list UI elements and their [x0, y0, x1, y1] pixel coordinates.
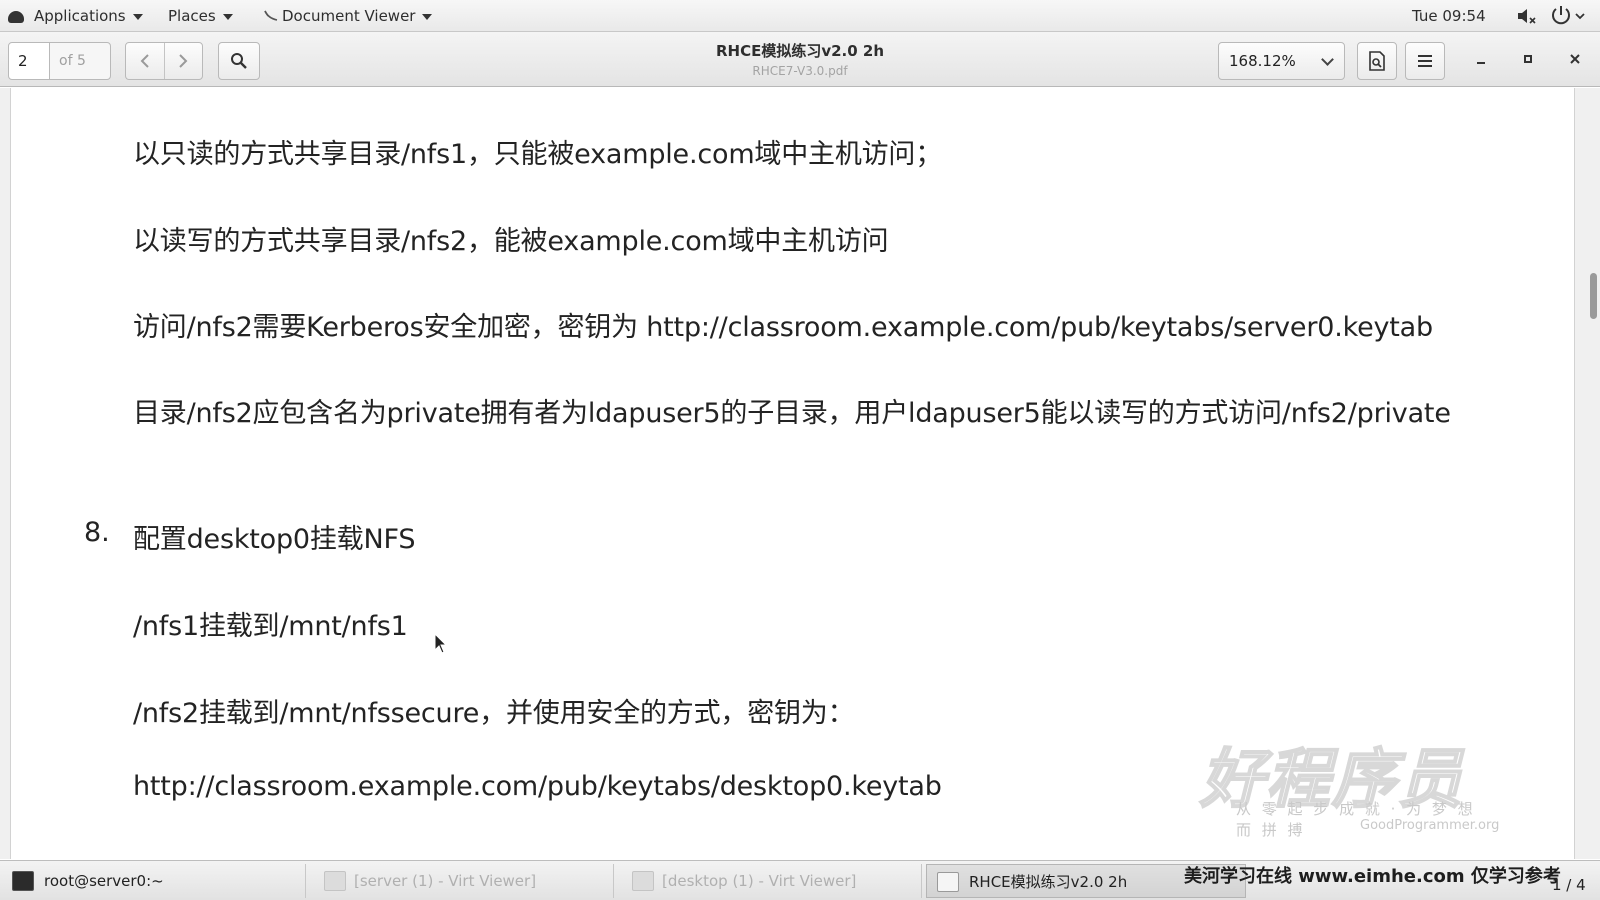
hamburger-menu-icon	[1418, 55, 1432, 67]
document-line: /nfs2挂载到/mnt/nfssecure，并使用安全的方式，密钥为：	[133, 698, 855, 729]
vertical-scrollbar[interactable]	[1590, 273, 1597, 319]
document-line: 目录/nfs2应包含名为private拥有者为ldapuser5的子目录，用户l…	[133, 398, 1451, 429]
zoom-select[interactable]: 168.12%	[1218, 42, 1345, 80]
document-viewer-icon	[264, 10, 278, 21]
virt-viewer-icon	[632, 871, 654, 891]
mouse-pointer-icon	[434, 633, 448, 654]
search-button[interactable]	[218, 42, 260, 80]
gnome-top-bar: Applications Places Document Viewer Tue …	[0, 0, 1600, 32]
search-icon	[231, 53, 247, 69]
overlay-caption: 美河学习在线 www.eimhe.com 仅学习参考	[1184, 866, 1561, 887]
maximize-icon	[1524, 55, 1532, 63]
taskbar-item-label: RHCE模拟练习v2.0 2h	[969, 873, 1128, 891]
taskbar-item-desktop-viewer[interactable]: [desktop (1) - Virt Viewer]	[618, 864, 922, 898]
page-navigation	[125, 42, 203, 80]
minimize-icon	[1477, 62, 1485, 64]
virt-viewer-icon	[324, 871, 346, 891]
taskbar-item-server-viewer[interactable]: [server (1) - Virt Viewer]	[310, 864, 614, 898]
volume-muted-icon[interactable]	[1516, 0, 1536, 32]
terminal-icon	[12, 871, 34, 891]
workspace-pager[interactable]: 1 / 4	[1552, 876, 1586, 894]
previous-page-button[interactable]	[126, 43, 164, 79]
document-line: /nfs1挂载到/mnt/nfs1	[133, 611, 408, 642]
taskbar-item-label: root@server0:~	[44, 872, 164, 890]
gnome-foot-icon	[8, 10, 24, 23]
document-title: RHCE模拟练习v2.0 2h	[715, 42, 885, 60]
zoom-value: 168.12%	[1229, 52, 1296, 70]
chevron-left-icon	[140, 54, 149, 68]
sidebar-toggle-button[interactable]	[1357, 42, 1397, 80]
document-line: 以读写的方式共享目录/nfs2，能被example.com域中主机访问	[133, 226, 889, 257]
taskbar-item-terminal[interactable]: root@server0:~	[2, 864, 306, 898]
watermark-url: GoodProgrammer.org	[1360, 818, 1500, 833]
caret-down-icon	[132, 13, 143, 20]
taskbar-item-label: [server (1) - Virt Viewer]	[354, 872, 537, 890]
main-menu-button[interactable]	[1405, 42, 1445, 80]
section-number: 8.	[84, 517, 110, 548]
watermark: 好程序员 从 零 起 步 成 就 · 为 梦 想 而 拼 搏 GoodProgr…	[1199, 728, 1500, 839]
close-icon	[1570, 54, 1580, 64]
page-number-input[interactable]: 2	[8, 42, 50, 80]
document-search-icon	[1369, 51, 1385, 71]
power-icon	[1552, 6, 1585, 25]
document-viewer-icon	[937, 872, 959, 892]
app-menu[interactable]: Document Viewer	[262, 0, 433, 32]
taskbar-item-label: [desktop (1) - Virt Viewer]	[662, 872, 857, 890]
document-line: 访问/nfs2需要Kerberos安全加密，密钥为 http://classro…	[133, 312, 1433, 343]
caret-down-icon	[222, 13, 233, 20]
document-line: http://classroom.example.com/pub/keytabs…	[133, 771, 942, 802]
chevron-right-icon	[179, 54, 188, 68]
section-heading: 配置desktop0挂载NFS	[133, 524, 416, 555]
close-button[interactable]	[1560, 44, 1590, 74]
caret-down-icon	[422, 13, 433, 20]
document-view[interactable]: 以只读的方式共享目录/nfs1，只能被example.com域中主机访问； 以读…	[0, 88, 1600, 859]
chevron-down-icon	[1321, 53, 1334, 66]
maximize-button[interactable]	[1513, 44, 1543, 74]
document-line: 以只读的方式共享目录/nfs1，只能被example.com域中主机访问；	[133, 139, 943, 170]
clock[interactable]: Tue 09:54	[1412, 0, 1486, 32]
places-label: Places	[168, 7, 216, 25]
app-name-label: Document Viewer	[282, 7, 416, 25]
power-menu[interactable]	[1550, 0, 1590, 32]
document-filename: RHCE7-V3.0.pdf	[752, 64, 848, 78]
minimize-button[interactable]	[1466, 44, 1496, 74]
places-menu[interactable]: Places	[168, 0, 233, 32]
applications-menu[interactable]: Applications	[8, 0, 143, 32]
page-total-label: of 5	[49, 42, 111, 80]
next-page-button[interactable]	[164, 43, 202, 79]
applications-label: Applications	[34, 7, 126, 25]
